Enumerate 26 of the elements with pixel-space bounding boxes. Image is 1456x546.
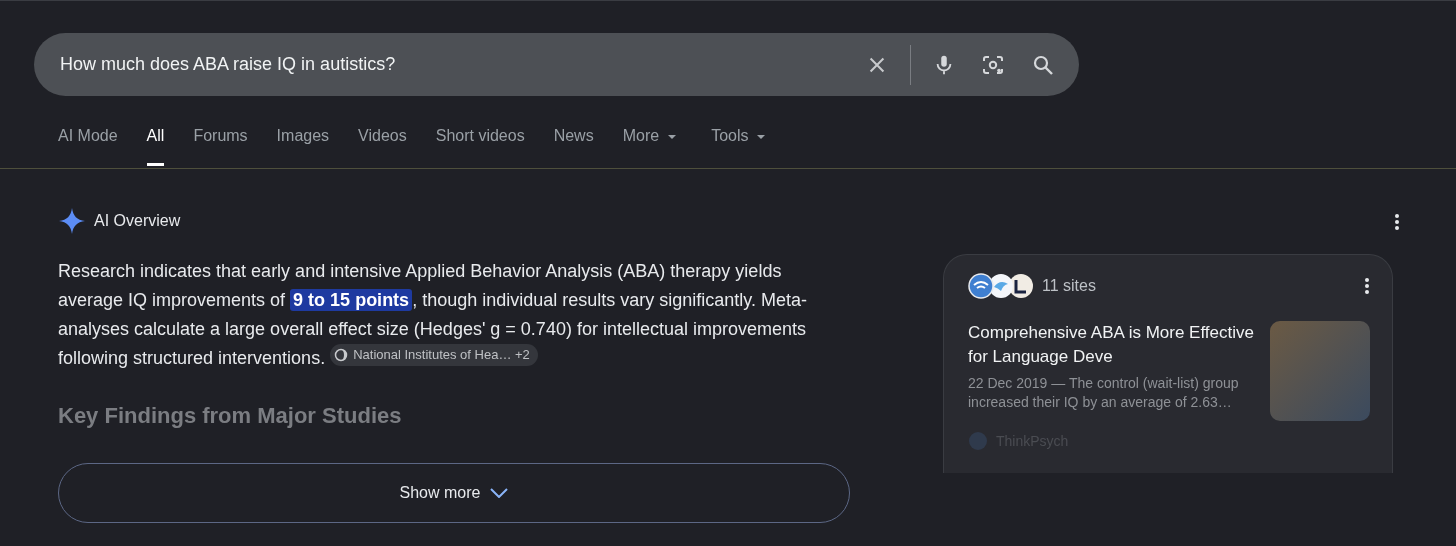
more-options-icon[interactable]: [1364, 277, 1370, 295]
tab[interactable]: News: [553, 127, 594, 166]
result-snippet: 22 Dec 2019 — The control (wait-list) group increased their IQ by an average of 2.63…: [968, 374, 1240, 412]
source-chip[interactable]: National Institutes of Hea… +2: [330, 344, 538, 366]
caret-icon: [756, 134, 767, 140]
tab[interactable]: More: [622, 127, 678, 166]
caret-icon: [667, 134, 678, 140]
source-icon: [334, 348, 349, 362]
section-title: AI Overview: [94, 212, 181, 230]
tab[interactable]: Images: [276, 127, 330, 166]
tab[interactable]: Tools: [711, 127, 767, 166]
site-logos-icon: [968, 273, 1034, 299]
tab[interactable]: AI Mode: [58, 127, 118, 166]
sparkle-icon: [58, 207, 86, 235]
tab[interactable]: Forums: [193, 127, 248, 166]
search-input[interactable]: How much does ABA raise IQ in autistics?: [60, 54, 840, 75]
site-logo-icon: [968, 431, 988, 451]
result-title-link[interactable]: Comprehensive ABA is More Effective for Language Deve: [968, 321, 1254, 369]
show-more-button[interactable]: Show more: [58, 463, 850, 523]
section-heading: Key Findings from Major Studies: [58, 403, 403, 429]
chevron-down-icon: [490, 488, 509, 498]
more-options-icon[interactable]: [1394, 213, 1400, 231]
tab[interactable]: Videos: [358, 127, 407, 166]
sites-count: 11 sites: [1042, 277, 1097, 295]
tab[interactable]: Short videos: [435, 127, 525, 166]
overview-paragraph: Research indicates that early and intensive Applied Behavior Analysis (ABA) therapy yields average IQ improvements of 9 to 15 points, though individual results vary significantly. Meta-analyses calculate a large overall effect size (Hedges' g = 0.740) for intellectual improvements following structured interventions. National Institutes of Hea… +2: [58, 260, 808, 370]
